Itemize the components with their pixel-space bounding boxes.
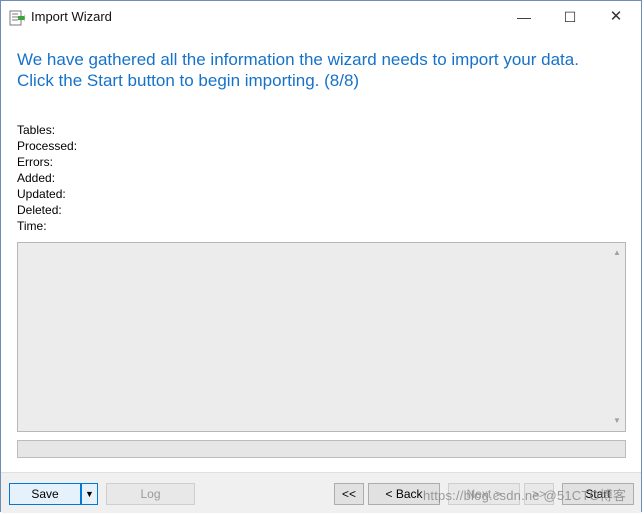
heading-line-2: Click the Start button to begin importin… (17, 71, 360, 90)
save-button[interactable]: Save (9, 483, 81, 505)
log-scrollbar[interactable]: ▲ ▼ (609, 243, 625, 431)
window-title: Import Wizard (31, 9, 112, 24)
maximize-button[interactable]: ☐ (547, 1, 593, 33)
save-dropdown-icon[interactable]: ▼ (81, 483, 98, 505)
heading-line-1: We have gathered all the information the… (17, 50, 579, 69)
first-step-button[interactable]: << (334, 483, 364, 505)
scroll-down-icon[interactable]: ▼ (609, 413, 625, 429)
progress-bar (17, 440, 626, 458)
wizard-heading: We have gathered all the information the… (17, 49, 627, 91)
stat-updated: Updated: (17, 187, 66, 201)
wizard-footer: Save ▼ Log << < Back Next > >> Start htt… (1, 472, 641, 513)
stat-deleted: Deleted: (17, 203, 62, 217)
watermark: https://blog.csdn.ne @51CTO博客 (423, 488, 627, 503)
import-wizard-icon (9, 10, 25, 26)
stat-processed: Processed: (17, 139, 78, 153)
title-bar[interactable]: Import Wizard — ☐ ✕ (1, 1, 641, 33)
import-wizard-window: Import Wizard — ☐ ✕ We have gathered all… (0, 0, 642, 513)
close-button[interactable]: ✕ (593, 1, 639, 33)
log-button[interactable]: Log (106, 483, 195, 505)
stat-added: Added: (17, 171, 56, 185)
stat-errors: Errors: (17, 155, 53, 169)
stat-time: Time: (17, 219, 47, 233)
scroll-up-icon[interactable]: ▲ (609, 245, 625, 261)
minimize-button[interactable]: — (501, 1, 547, 33)
stat-tables: Tables: (17, 123, 56, 137)
import-stats: Tables: Processed: Errors: Added: Update… (17, 122, 77, 234)
log-textarea[interactable]: ▲ ▼ (17, 242, 626, 432)
